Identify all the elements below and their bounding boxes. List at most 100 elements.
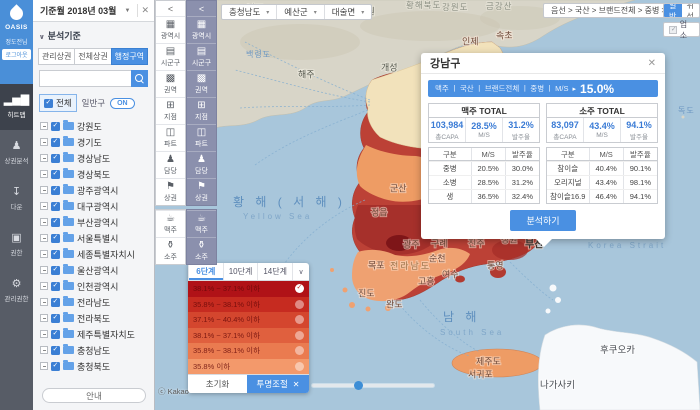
tree-checkbox-icon[interactable]	[51, 250, 60, 259]
tree-checkbox-icon[interactable]	[51, 234, 60, 243]
toolbar-collapse-button[interactable]: <	[156, 1, 185, 16]
sidebar-menu-item[interactable]: ↧ 다운	[0, 176, 33, 222]
region-tree-row[interactable]: 충청북도	[39, 358, 148, 374]
region-tree-row[interactable]: 제주특별자치도	[39, 326, 148, 342]
analysis-criteria-section[interactable]: ∨분석기준	[39, 29, 148, 42]
liquor-layer-toggle[interactable]: ☕ 맥주	[187, 210, 216, 237]
opacity-slider[interactable]	[312, 384, 434, 387]
tree-expand-icon[interactable]	[40, 362, 48, 370]
tree-expand-icon[interactable]	[40, 234, 48, 242]
tree-checkbox-icon[interactable]	[51, 346, 60, 355]
opacity-close-icon[interactable]: ✕	[293, 380, 300, 389]
legend-step-radio[interactable]	[295, 300, 304, 309]
map-type-option[interactable]: 일반	[664, 4, 682, 17]
legend-collapse-chevron-icon[interactable]: ∨	[292, 263, 309, 280]
legend-step-tab[interactable]: 10단계	[223, 263, 258, 280]
tree-checkbox-icon[interactable]	[51, 138, 60, 147]
legend-step-radio[interactable]	[295, 315, 304, 324]
area-dropdown[interactable]: 충청남도 ▾	[222, 5, 277, 19]
tree-checkbox-icon[interactable]	[51, 314, 60, 323]
panel-close-icon[interactable]: ✕	[141, 5, 149, 16]
region-tree-row[interactable]: 서울특별시	[39, 230, 148, 246]
tree-expand-icon[interactable]	[40, 154, 48, 162]
tree-checkbox-icon[interactable]	[51, 186, 60, 195]
tree-expand-icon[interactable]	[40, 330, 48, 338]
region-tree-row[interactable]: 경기도	[39, 134, 148, 150]
analyze-button[interactable]: 분석하기	[510, 210, 575, 231]
layer-toggle[interactable]: ⊞ 지점	[187, 97, 216, 124]
region-tree-row[interactable]: 강원도	[39, 118, 148, 134]
layer-toggle[interactable]: ⚑ 상권	[156, 178, 185, 205]
tree-checkbox-icon[interactable]	[51, 330, 60, 339]
tree-expand-icon[interactable]	[40, 314, 48, 322]
region-tree-row[interactable]: 전라북도	[39, 310, 148, 326]
tree-expand-icon[interactable]	[40, 250, 48, 258]
legend-reset-button[interactable]: 초기화	[188, 375, 247, 393]
layer-toggle[interactable]: ⚑ 상권	[187, 178, 216, 205]
tree-checkbox-icon[interactable]	[51, 298, 60, 307]
region-tree-row[interactable]: 울산광역시	[39, 262, 148, 278]
tree-expand-icon[interactable]	[40, 122, 48, 130]
legend-step[interactable]: 35.8% ~ 38.1% 이하	[188, 297, 309, 313]
region-tree-row[interactable]: 경상북도	[39, 166, 148, 182]
layer-toggle[interactable]: ▤ 시군구	[187, 43, 216, 70]
criteria-tab[interactable]: 행정구역	[111, 48, 148, 65]
tree-expand-icon[interactable]	[40, 298, 48, 306]
tree-checkbox-icon[interactable]	[51, 362, 60, 371]
legend-step-radio[interactable]	[295, 362, 304, 371]
layer-toggle[interactable]: ▦ 광역시	[156, 16, 185, 43]
layer-toggle[interactable]: ◫ 파트	[156, 124, 185, 151]
legend-step-tab[interactable]: 14단계	[257, 263, 292, 280]
region-tree-row[interactable]: 세종특별자치시	[39, 246, 148, 262]
map-type-option[interactable]: 위성	[682, 4, 700, 17]
guide-button[interactable]: 안내	[42, 388, 146, 403]
layer-toggle[interactable]: ◫ 파트	[187, 124, 216, 151]
opacity-slider-knob[interactable]	[354, 381, 363, 390]
tree-checkbox-icon[interactable]	[51, 282, 60, 291]
place-checkbox[interactable]: 업소	[663, 22, 700, 37]
tree-expand-icon[interactable]	[40, 138, 48, 146]
toolbar-collapse-button[interactable]: <	[187, 1, 216, 16]
legend-step[interactable]: 37.1% ~ 40.4% 이하	[188, 312, 309, 328]
tree-checkbox-icon[interactable]	[51, 218, 60, 227]
criteria-tab[interactable]: 관리상권	[38, 48, 75, 65]
region-tree-row[interactable]: 충청남도	[39, 342, 148, 358]
legend-step-radio[interactable]	[295, 284, 304, 293]
layer-toggle[interactable]: ⊞ 지점	[156, 97, 185, 124]
region-tree-row[interactable]: 인천광역시	[39, 278, 148, 294]
sidebar-menu-item[interactable]: ♟ 상권분석	[0, 130, 33, 176]
select-all-checkbox[interactable]: 전체	[39, 94, 77, 112]
tree-expand-icon[interactable]	[40, 186, 48, 194]
layer-toggle[interactable]: ▩ 권역	[187, 70, 216, 97]
region-tree-row[interactable]: 경상남도	[39, 150, 148, 166]
tree-expand-icon[interactable]	[40, 266, 48, 274]
legend-step-radio[interactable]	[295, 346, 304, 355]
tree-expand-icon[interactable]	[40, 346, 48, 354]
legend-step[interactable]: 38.1% ~ 37.1% 이하	[188, 281, 309, 297]
tree-checkbox-icon[interactable]	[51, 202, 60, 211]
popup-close-icon[interactable]: ✕	[648, 58, 656, 69]
tree-checkbox-icon[interactable]	[51, 122, 60, 131]
area-dropdown[interactable]: 예산군 ▾	[277, 5, 324, 19]
region-tree-row[interactable]: 광주광역시	[39, 182, 148, 198]
legend-step-tab[interactable]: 6단계	[188, 263, 223, 280]
legend-step[interactable]: 35.8% 이하	[188, 359, 309, 375]
month-dropdown-caret-icon[interactable]: ▼	[121, 8, 135, 14]
layer-toggle[interactable]: ▦ 광역시	[187, 16, 216, 43]
tree-checkbox-icon[interactable]	[51, 266, 60, 275]
sidebar-menu-item[interactable]: ▣ 권한	[0, 222, 33, 268]
legend-step[interactable]: 35.8% ~ 38.1% 이하	[188, 343, 309, 359]
layer-toggle[interactable]: ▤ 시군구	[156, 43, 185, 70]
sidebar-menu-item[interactable]: ▂▅▇ 히트맵	[0, 84, 33, 130]
criteria-tab[interactable]: 전체상권	[74, 48, 111, 65]
search-button[interactable]	[131, 70, 148, 87]
opacity-button[interactable]: 투명조절 ✕	[247, 375, 309, 393]
district-on-toggle[interactable]: ON	[110, 98, 135, 109]
tree-checkbox-icon[interactable]	[51, 170, 60, 179]
tree-checkbox-icon[interactable]	[51, 154, 60, 163]
liquor-layer-toggle[interactable]: ⚱ 소주	[156, 237, 185, 264]
liquor-layer-toggle[interactable]: ⚱ 소주	[187, 237, 216, 264]
sidebar-menu-item[interactable]: ⚙ 관리권한	[0, 268, 33, 314]
tree-expand-icon[interactable]	[40, 170, 48, 178]
region-search-input[interactable]	[39, 70, 131, 87]
